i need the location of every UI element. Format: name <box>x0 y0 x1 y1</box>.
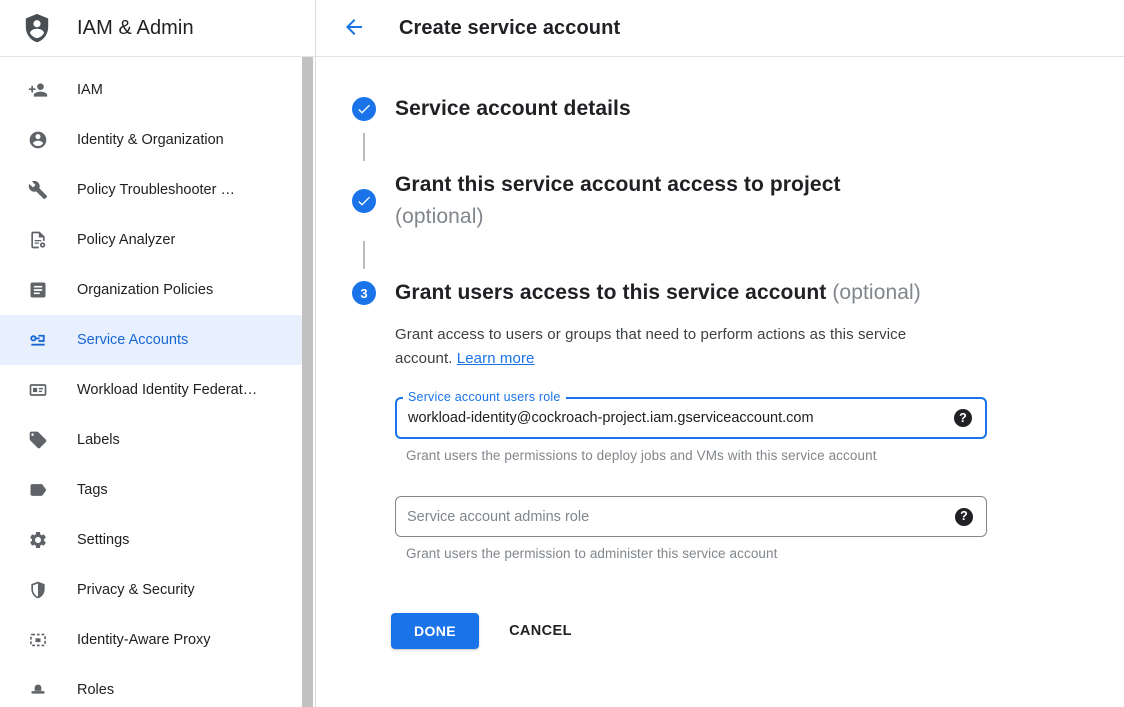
sidebar-item-label: Privacy & Security <box>77 582 195 598</box>
sidebar-item-iam[interactable]: IAM <box>0 65 303 115</box>
users-role-helper-text: Grant users the permissions to deploy jo… <box>395 448 1124 463</box>
sidebar: IAM & Admin IAM Identity & Organization Po… <box>0 0 316 707</box>
learn-more-link[interactable]: Learn more <box>457 350 535 367</box>
sidebar-scrollbar[interactable] <box>302 57 313 707</box>
sidebar-item-policy-troubleshooter[interactable]: Policy Troubleshooter … <box>0 165 303 215</box>
sidebar-item-label: Policy Analyzer <box>77 232 175 248</box>
step-connector <box>363 241 365 269</box>
sidebar-item-labels[interactable]: Labels <box>0 415 303 465</box>
sidebar-item-label: IAM <box>77 82 103 98</box>
wrench-icon <box>28 180 48 200</box>
sidebar-nav: IAM Identity & Organization Policy Trouble… <box>0 57 315 707</box>
doc-gear-icon <box>28 230 48 250</box>
service-account-users-role-field: Service account users role ? <box>395 397 987 439</box>
step-3-title: Grant users access to this service accou… <box>395 277 921 309</box>
step-3-description: Grant access to users or groups that nee… <box>395 323 950 371</box>
step-2-check-icon <box>352 189 376 213</box>
step-1-title: Service account details <box>395 93 631 125</box>
done-button[interactable]: DONE <box>391 613 479 649</box>
sidebar-item-label: Workload Identity Federat… <box>77 382 257 398</box>
page-title: Create service account <box>399 17 620 40</box>
field-floating-label: Service account users role <box>403 390 566 404</box>
article-icon <box>28 280 48 300</box>
sidebar-item-label: Settings <box>77 532 129 548</box>
sidebar-item-privacy-security[interactable]: Privacy & Security <box>0 565 303 615</box>
sidebar-item-settings[interactable]: Settings <box>0 515 303 565</box>
app-window: IAM & Admin IAM Identity & Organization Po… <box>0 0 1124 707</box>
label-arrow-icon <box>28 480 48 500</box>
step-connector <box>363 133 365 161</box>
shield-person-icon <box>20 11 54 45</box>
step-service-account-details: Service account details <box>352 93 1124 125</box>
service-account-admins-role-field: ? <box>395 496 987 537</box>
sidebar-item-label: Labels <box>77 432 120 448</box>
person-add-icon <box>28 80 48 100</box>
sidebar-item-label: Policy Troubleshooter … <box>77 182 235 198</box>
step-1-check-icon <box>352 97 376 121</box>
sidebar-item-label: Organization Policies <box>77 282 213 298</box>
step-2-title: Grant this service account access to pro… <box>395 169 841 233</box>
sidebar-item-label: Identity & Organization <box>77 132 224 148</box>
gear-icon <box>28 530 48 550</box>
back-button[interactable] <box>342 16 366 40</box>
sidebar-item-label: Service Accounts <box>77 332 188 348</box>
step-grant-users-access: 3 Grant users access to this service acc… <box>352 277 1124 309</box>
admins-role-helper-text: Grant users the permission to administer… <box>395 546 1124 561</box>
sidebar-item-tags[interactable]: Tags <box>0 465 303 515</box>
sidebar-item-identity-organization[interactable]: Identity & Organization <box>0 115 303 165</box>
help-icon[interactable]: ? <box>954 409 972 427</box>
service-account-key-icon <box>28 330 48 350</box>
step-3-number-badge: 3 <box>352 281 376 305</box>
product-title: IAM & Admin <box>77 17 194 40</box>
step-grant-access-to-project: Grant this service account access to pro… <box>352 169 1124 233</box>
sidebar-item-organization-policies[interactable]: Organization Policies <box>0 265 303 315</box>
hat-icon <box>28 680 48 700</box>
sidebar-item-policy-analyzer[interactable]: Policy Analyzer <box>0 215 303 265</box>
page-header: Create service account <box>316 0 1124 57</box>
sidebar-item-label: Tags <box>77 482 108 498</box>
step-3-optional-label: (optional) <box>832 281 921 304</box>
sidebar-item-service-accounts[interactable]: Service Accounts <box>0 315 303 365</box>
sidebar-item-label: Identity-Aware Proxy <box>77 632 211 648</box>
proxy-grid-icon <box>28 630 48 650</box>
person-circle-icon <box>28 130 48 150</box>
cancel-button[interactable]: CANCEL <box>509 623 572 639</box>
form-actions: DONE CANCEL <box>391 613 1124 649</box>
sidebar-item-workload-identity-federat[interactable]: Workload Identity Federat… <box>0 365 303 415</box>
sidebar-item-roles[interactable]: Roles <box>0 665 303 707</box>
help-icon[interactable]: ? <box>955 508 973 526</box>
badge-card-icon <box>28 380 48 400</box>
shield-half-icon <box>28 580 48 600</box>
sidebar-header: IAM & Admin <box>0 0 315 57</box>
main-area: Create service account Service account d… <box>316 0 1124 707</box>
service-account-users-role-input[interactable] <box>397 399 985 437</box>
create-service-account-form: Service account details Grant this servi… <box>316 57 1124 649</box>
step-2-optional-label: (optional) <box>395 201 841 233</box>
sidebar-item-label: Roles <box>77 682 114 698</box>
sidebar-item-identity-aware-proxy[interactable]: Identity-Aware Proxy <box>0 615 303 665</box>
arrow-back-icon <box>342 15 366 42</box>
service-account-admins-role-input[interactable] <box>396 497 986 536</box>
tag-icon <box>28 430 48 450</box>
